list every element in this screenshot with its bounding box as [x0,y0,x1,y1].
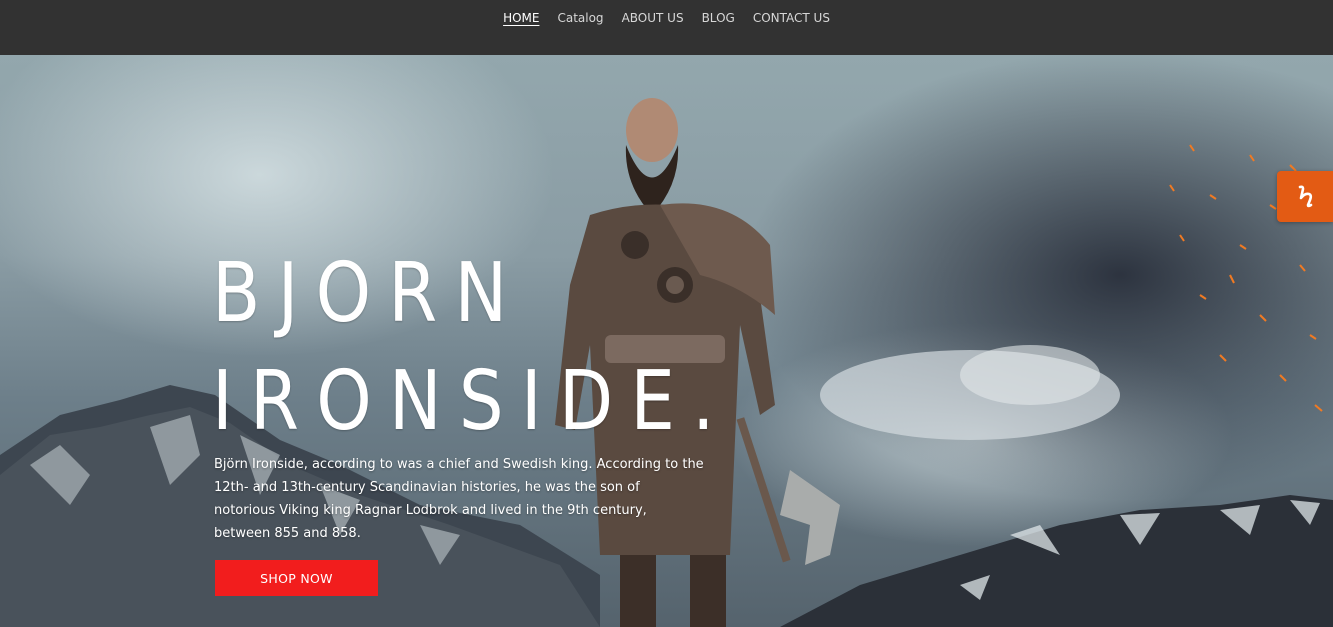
hero-title: BJORN IRONSIDE. [212,240,732,456]
shop-now-button[interactable]: SHOP NOW [215,560,378,596]
hero-title-line-2: IRONSIDE. [212,354,732,449]
hero-description: Björn Ironside, according to was a chief… [214,457,704,541]
top-navigation: HOME Catalog ABOUT US BLOG CONTACT US [0,0,1333,55]
hero-banner: BJORN IRONSIDE. Björn Ironside, accordin… [0,55,1333,627]
nav-item-about-us[interactable]: ABOUT US [613,11,693,25]
nav-item-blog[interactable]: BLOG [693,11,744,25]
h-logo-icon [1298,184,1313,207]
side-widget-badge[interactable] [1277,171,1333,222]
nav-item-catalog[interactable]: Catalog [548,11,612,25]
hero-title-line-1: BJORN [212,246,525,341]
nav-item-home[interactable]: HOME [494,11,548,25]
nav-links: HOME Catalog ABOUT US BLOG CONTACT US [494,11,839,25]
nav-item-contact-us[interactable]: CONTACT US [744,11,839,25]
